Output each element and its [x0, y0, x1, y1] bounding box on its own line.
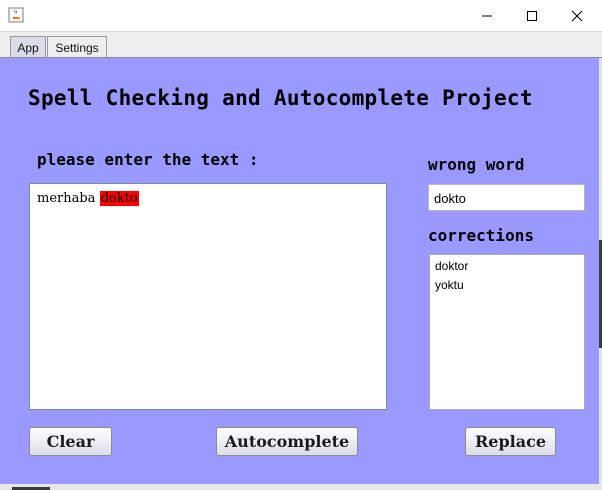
close-button[interactable]	[554, 0, 600, 31]
tab-strip: App Settings	[0, 31, 602, 59]
java-icon	[8, 7, 24, 23]
tab-app[interactable]: App	[10, 36, 46, 59]
close-icon	[571, 10, 583, 21]
wrong-word-field[interactable]: dokto	[428, 184, 585, 211]
replace-button[interactable]: Replace	[465, 427, 556, 456]
window-bottom-edge	[0, 484, 602, 490]
corrections-label: corrections	[428, 226, 534, 245]
corrections-list[interactable]: doktor yoktu	[429, 254, 585, 410]
correction-item[interactable]: yoktu	[430, 277, 584, 296]
text-input-label: please enter the text :	[37, 150, 259, 169]
misspelled-word-highlight: dokto	[99, 191, 139, 206]
wrong-word-label: wrong word	[428, 155, 525, 174]
autocomplete-button[interactable]: Autocomplete	[216, 427, 358, 456]
page-title: Spell Checking and Autocomplete Project	[28, 86, 533, 110]
maximize-button[interactable]	[509, 0, 555, 31]
correction-item[interactable]: doktor	[430, 258, 584, 277]
clear-button[interactable]: Clear	[29, 427, 112, 456]
minimize-icon	[482, 15, 492, 16]
text-content: merhaba dokto	[37, 191, 139, 206]
tab-settings[interactable]: Settings	[47, 36, 107, 59]
text-plain: merhaba	[37, 191, 100, 206]
window-title-bar	[0, 0, 602, 31]
maximize-icon	[527, 10, 537, 21]
text-input-area[interactable]: merhaba dokto	[29, 183, 387, 410]
minimize-button[interactable]	[464, 0, 510, 31]
